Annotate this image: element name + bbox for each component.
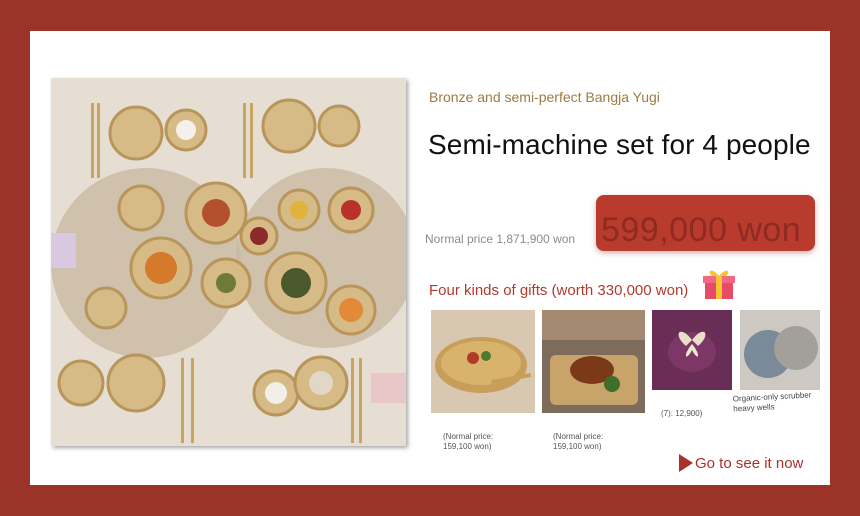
- gift-image-scrubber-pads[interactable]: [740, 310, 820, 390]
- hero-product-photo[interactable]: [51, 78, 406, 446]
- cta-label: Go to see it now: [695, 454, 804, 472]
- gift-image-wrapping-cloth[interactable]: [652, 310, 732, 390]
- promo-card: Bronze and semi-perfect Bangja Yugi Semi…: [30, 31, 830, 485]
- gift-caption: (Normal price: 159,100 won): [443, 432, 494, 451]
- sale-price-badge: 599,000 won: [596, 195, 815, 251]
- gift-caption: Organic-only scrubber heavy wells: [732, 390, 812, 414]
- normal-price: Normal price 1,871,900 won: [425, 232, 576, 246]
- sale-price: 599,000 won: [601, 211, 802, 249]
- gift-image-plate-set[interactable]: [431, 310, 535, 413]
- gift-image-serving-plate[interactable]: [542, 310, 645, 413]
- product-subtitle: Bronze and semi-perfect Bangja Yugi: [429, 89, 660, 105]
- gift-caption: (7): 12,900): [661, 409, 703, 418]
- gifts-heading: Four kinds of gifts (worth 330,000 won): [429, 282, 689, 299]
- go-to-see-button[interactable]: Go to see it now: [679, 454, 803, 472]
- gift-caption: (Normal price: 159,100 won): [553, 432, 604, 451]
- play-arrow-icon: [679, 454, 693, 472]
- product-title: Semi-machine set for 4 people: [428, 129, 811, 160]
- gift-box-icon: [700, 265, 738, 308]
